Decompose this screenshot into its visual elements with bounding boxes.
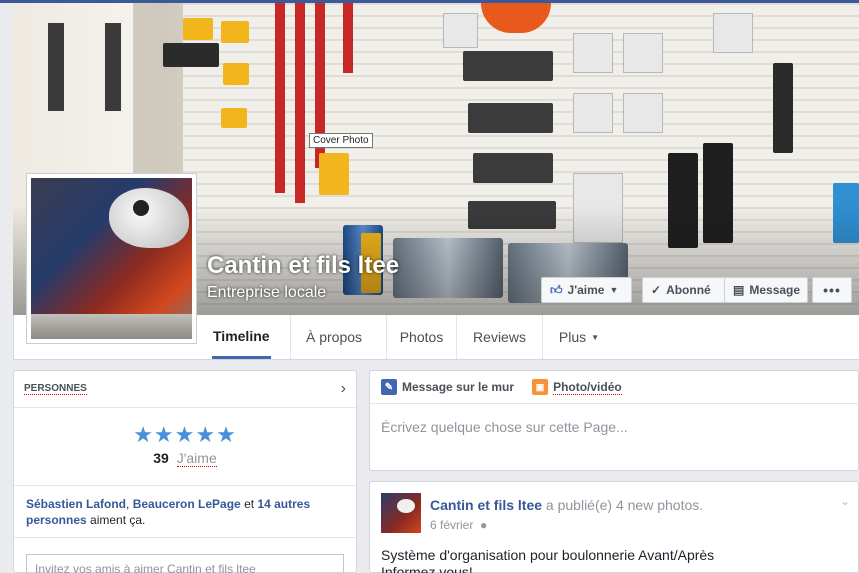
friends-suffix: aiment ça. — [86, 513, 146, 527]
cover-product — [221, 21, 249, 43]
photo-icon: ▣ — [532, 379, 549, 395]
friends-and: et — [240, 497, 258, 511]
cover-product — [713, 13, 753, 53]
message-button[interactable]: ▤ Message — [724, 277, 808, 303]
post-options-caret-icon[interactable]: ⌄ — [840, 494, 850, 508]
post-date-text: 6 février — [430, 518, 474, 532]
cover-product — [223, 63, 249, 85]
cover-product — [623, 33, 663, 73]
tab-about[interactable]: À propos — [290, 315, 387, 359]
thumbs-up-icon: 👍︎ — [550, 282, 563, 297]
composer-input[interactable]: Écrivez quelque chose sur cette Page... — [370, 404, 858, 450]
follow-button[interactable]: ✓ Abonné — [642, 277, 735, 303]
profile-picture[interactable] — [26, 173, 197, 344]
cover-level-4 — [343, 3, 353, 73]
status-option[interactable]: ✎ Message sur le mur — [381, 379, 514, 395]
friends-like-text: Sébastien Lafond, Beauceron LePage et 14… — [14, 486, 356, 538]
friend-link[interactable]: Sébastien Lafond — [26, 497, 126, 511]
people-card-title: PERSONNES — [24, 383, 87, 395]
friend-link[interactable]: Beauceron LePage — [133, 497, 241, 511]
follow-button-label: Abonné — [666, 283, 711, 297]
tab-photos[interactable]: Photos — [387, 315, 457, 359]
cover-window-left — [48, 23, 64, 111]
cover-product — [183, 18, 213, 40]
welding-mask — [109, 188, 189, 248]
cover-product — [473, 153, 553, 183]
like-count-row: 39 J'aime — [14, 450, 356, 467]
cover-product — [573, 93, 613, 133]
cover-rack-top — [163, 43, 219, 67]
like-page-button[interactable]: 👍︎ J'aime ▼ — [541, 277, 632, 303]
cover-product — [773, 63, 793, 153]
mask-eye — [133, 200, 149, 216]
post-header: Cantin et fils ltee a publié(e) 4 new ph… — [430, 497, 703, 513]
tab-more-label: Plus — [558, 329, 587, 345]
post-composer: ✎ Message sur le mur ▣ Photo/vidéo Écriv… — [369, 370, 859, 471]
page-category: Entreprise locale — [207, 284, 327, 301]
tab-timeline[interactable]: Timeline — [212, 315, 271, 359]
post-date[interactable]: 6 février ● — [430, 518, 487, 532]
metal-surface — [31, 314, 192, 339]
star-rating: ★★★★★ — [133, 422, 237, 447]
cover-product — [443, 13, 478, 48]
status-option-label: Message sur le mur — [402, 380, 515, 394]
pencil-icon: ✎ — [381, 379, 397, 395]
like-button-label: J'aime — [567, 283, 605, 297]
invite-friends-input[interactable]: Invitez vos amis à aimer Cantin et fils … — [26, 554, 344, 573]
more-options-button[interactable]: ••• — [812, 277, 852, 303]
cover-product — [623, 93, 663, 133]
cover-product — [221, 108, 247, 128]
tab-reviews[interactable]: Reviews — [457, 315, 543, 359]
post-action: a publié(e) 4 new photos. — [542, 497, 704, 513]
like-count-label[interactable]: J'aime — [176, 450, 217, 467]
cover-product — [319, 153, 349, 195]
globe-icon: ● — [476, 518, 488, 532]
people-card: PERSONNES › ★★★★★ 39 J'aime Sébastien La… — [13, 370, 357, 573]
rating-section: ★★★★★ 39 J'aime — [14, 408, 356, 486]
avatar-mask — [397, 499, 415, 513]
more-dots-icon: ••• — [823, 282, 841, 298]
message-button-label: Message — [749, 283, 801, 297]
post-line-1: Système d'organisation pour boulonnerie … — [381, 547, 715, 563]
like-count: 39 — [153, 450, 169, 466]
photo-video-option[interactable]: ▣ Photo/vidéo — [532, 379, 622, 395]
cover-level-2 — [295, 3, 305, 203]
caret-down-icon: ▼ — [591, 332, 600, 342]
caret-down-icon: ▼ — [609, 285, 619, 295]
photo-video-label: Photo/vidéo — [553, 379, 622, 395]
friends-separator: , — [126, 497, 133, 511]
tab-more[interactable]: Plus ▼ — [543, 315, 615, 359]
page-title[interactable]: Cantin et fils ltee — [207, 252, 399, 280]
message-icon: ▤ — [733, 283, 745, 297]
cover-product — [468, 103, 553, 133]
cover-window-right — [105, 23, 121, 111]
chevron-right-icon[interactable]: › — [341, 380, 346, 398]
post-line-2: Informez vous! — [381, 564, 473, 573]
cover-photo-tooltip: Cover Photo — [309, 133, 373, 148]
post-body: Système d'organisation pour boulonnerie … — [381, 547, 714, 573]
people-card-header[interactable]: PERSONNES › — [14, 371, 356, 408]
cover-level-1 — [275, 3, 285, 193]
cover-product — [573, 33, 613, 73]
composer-options: ✎ Message sur le mur ▣ Photo/vidéo — [370, 371, 858, 404]
check-icon: ✓ — [651, 283, 662, 297]
profile-image — [31, 178, 192, 339]
cover-product — [463, 51, 553, 81]
timeline-post: Cantin et fils ltee a publié(e) 4 new ph… — [369, 481, 859, 573]
post-author-link[interactable]: Cantin et fils ltee — [430, 497, 542, 513]
post-author-avatar[interactable] — [381, 493, 421, 533]
